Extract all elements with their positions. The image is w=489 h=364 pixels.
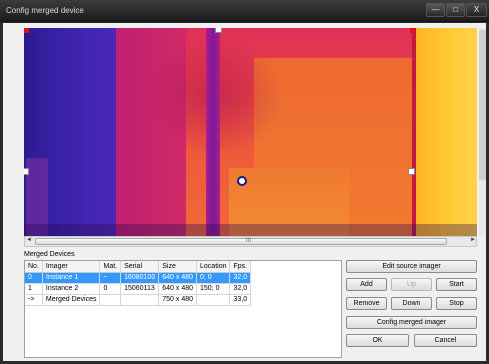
grid-header-row: No. Imager Mat. Serial Size Location Fps… [25,261,252,273]
merged-devices-label: Merged Devices [24,251,75,258]
edit-source-imager-button[interactable]: Edit source imager [346,260,477,273]
scroll-left-arrow-icon[interactable]: ◄ [26,237,32,243]
col-header-imager[interactable]: Imager [42,261,101,273]
col-header-fps[interactable]: Fps. [229,261,252,273]
col-header-no[interactable]: No. [25,261,43,273]
horizontal-scroll-thumb[interactable]: III [35,238,447,245]
config-merged-imager-button[interactable]: Config merged imager [346,316,477,329]
dialog-client-area: ◄ III ► Merged Devices No. Imager Mat. S… [3,23,486,361]
vertical-scrollbar[interactable] [479,28,486,236]
thermal-image-view[interactable] [24,28,477,236]
cancel-button[interactable]: Cancel [414,334,477,347]
col-header-size[interactable]: Size [158,261,198,273]
up-button[interactable]: Up [391,278,432,291]
config-merged-device-window: Config merged device — □ X ◄ III ► Merge… [0,0,489,364]
resize-handle-top[interactable] [215,28,222,33]
region-corner-marker [410,28,415,33]
window-title: Config merged device [6,6,84,15]
scroll-grip-icon: III [246,238,252,244]
close-button[interactable]: X [466,3,487,17]
resize-handle-right[interactable] [408,168,415,175]
maximize-button[interactable]: □ [446,3,465,17]
remove-button[interactable]: Remove [346,297,387,310]
minimize-button[interactable]: — [426,3,445,17]
scroll-right-arrow-icon[interactable]: ► [470,237,476,243]
col-header-serial[interactable]: Serial [120,261,160,273]
ok-button[interactable]: OK [346,334,409,347]
table-row[interactable]: 1 Instance 2 0 15060113 640 x 480 150; 0… [25,283,252,295]
title-bar[interactable]: Config merged device — □ X [0,0,489,22]
col-header-mat[interactable]: Mat. [99,261,122,273]
down-button[interactable]: Down [391,297,432,310]
start-button[interactable]: Start [436,278,477,291]
col-header-location[interactable]: Location [196,261,231,273]
move-handle[interactable] [237,176,247,186]
horizontal-scrollbar[interactable]: ◄ III ► [24,236,477,247]
add-button[interactable]: Add [346,278,387,291]
thermal-right-region [412,28,477,236]
stop-button[interactable]: Stop [436,297,477,310]
merged-devices-grid[interactable]: No. Imager Mat. Serial Size Location Fps… [24,260,342,358]
table-row[interactable]: -> Merged Devices 750 x 480 33,0 [25,294,252,306]
vertical-scroll-thumb[interactable] [479,30,486,180]
region-corner-marker [24,28,29,33]
resize-handle-left[interactable] [24,168,29,175]
thermal-pole [206,28,220,236]
table-row[interactable]: 0 Instance 1 ~ 16080100 640 x 480 0; 0 3… [25,272,252,284]
